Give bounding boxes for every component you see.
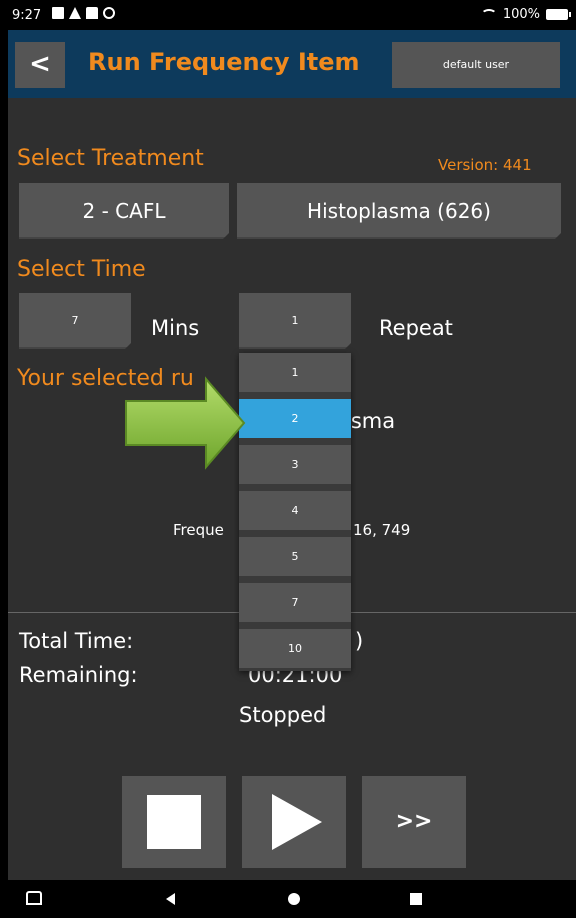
select-time-label: Select Time [17, 257, 146, 282]
notification-icon [52, 7, 64, 19]
fast-forward-label: >> [395, 809, 433, 834]
back-button[interactable]: < [15, 42, 65, 88]
play-icon [272, 794, 322, 850]
home-icon[interactable] [26, 891, 42, 905]
app-header: < Run Frequency Item default user [8, 30, 576, 98]
select-treatment-label: Select Treatment [17, 146, 204, 171]
item-button[interactable]: Histoplasma (626) [237, 183, 561, 239]
dropdown-option-selected[interactable]: 2 [239, 399, 351, 439]
total-time-label: Total Time: [19, 629, 134, 653]
status-text: Stopped [239, 703, 327, 727]
status-time: 9:27 [12, 8, 42, 23]
total-time-value: ) [355, 629, 364, 653]
status-bar: 9:27 100% [8, 0, 576, 30]
page-title: Run Frequency Item [88, 48, 360, 76]
dropdown-option[interactable]: 10 [239, 629, 351, 669]
dropdown-option[interactable]: 5 [239, 537, 351, 577]
book-icon [86, 7, 98, 19]
dropdown-option[interactable]: 3 [239, 445, 351, 485]
dropdown-option[interactable]: 7 [239, 583, 351, 623]
frequency-values: 16, 749 [353, 521, 411, 539]
settings-icon [103, 7, 115, 19]
warning-icon [69, 7, 81, 19]
nav-recents-icon[interactable] [410, 893, 422, 905]
mins-label: Mins [151, 316, 200, 340]
remaining-label: Remaining: [19, 663, 138, 687]
frequency-label: Freque [173, 521, 224, 539]
fast-forward-button[interactable]: >> [362, 776, 466, 868]
user-button[interactable]: default user [392, 42, 560, 88]
repeat-button[interactable]: 1 [239, 293, 351, 349]
wifi-icon [480, 8, 497, 21]
play-button[interactable] [242, 776, 346, 868]
dropdown-option[interactable]: 1 [239, 353, 351, 393]
nav-home-circle-icon[interactable] [288, 893, 300, 905]
stop-button[interactable] [122, 776, 226, 868]
pointer-arrow-icon [125, 376, 246, 470]
status-icons [52, 7, 115, 19]
program-button[interactable]: 2 - CAFL [19, 183, 229, 239]
battery-icon [546, 9, 571, 20]
nav-back-icon[interactable] [166, 893, 175, 905]
system-nav-bar [8, 880, 576, 918]
status-right: 100% [480, 7, 571, 22]
repeat-dropdown[interactable]: 1 2 3 4 5 7 10 [239, 353, 351, 671]
battery-percent: 100% [502, 7, 540, 22]
app-screen: 9:27 100% < Run Frequency Item default u… [8, 0, 576, 918]
version-label: Version: 441 [438, 156, 532, 174]
dropdown-option[interactable]: 4 [239, 491, 351, 531]
minutes-button[interactable]: 7 [19, 293, 131, 349]
stop-icon [147, 795, 201, 849]
repeat-label: Repeat [379, 316, 453, 340]
